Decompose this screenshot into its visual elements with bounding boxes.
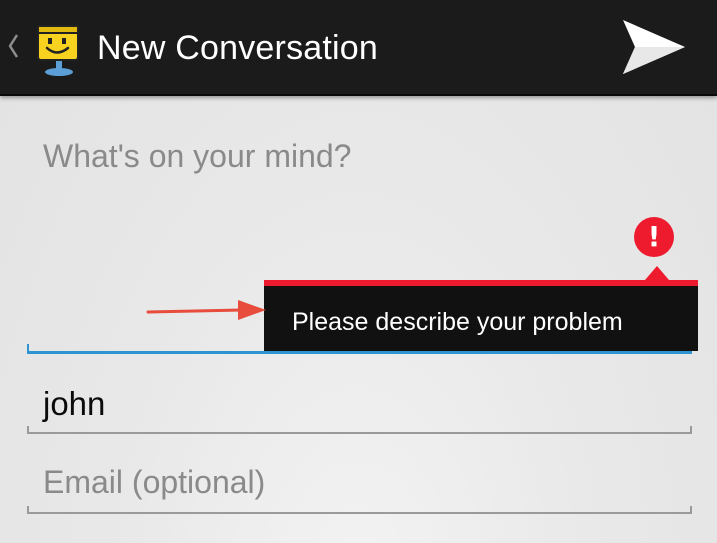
email-placeholder: Email (optional) (43, 464, 266, 500)
message-placeholder: What's on your mind? (43, 138, 352, 174)
send-icon (623, 20, 685, 74)
name-value: john (43, 385, 106, 422)
name-field[interactable]: john (27, 378, 692, 434)
name-underline (27, 426, 692, 434)
send-button[interactable] (612, 8, 696, 86)
chevron-left-icon[interactable] (6, 32, 20, 60)
email-underline (27, 506, 692, 514)
error-message: Please describe your problem (292, 308, 623, 336)
error-popup: Please describe your problem (264, 280, 698, 351)
page-title: New Conversation (97, 29, 378, 67)
email-field[interactable]: Email (optional) (27, 458, 692, 514)
error-popup-pointer (645, 266, 669, 280)
action-bar: New Conversation (0, 0, 717, 96)
smiley-mascot-icon[interactable] (32, 18, 86, 78)
arrow-right-icon (146, 296, 268, 328)
error-exclamation-icon[interactable]: ! (634, 217, 674, 257)
